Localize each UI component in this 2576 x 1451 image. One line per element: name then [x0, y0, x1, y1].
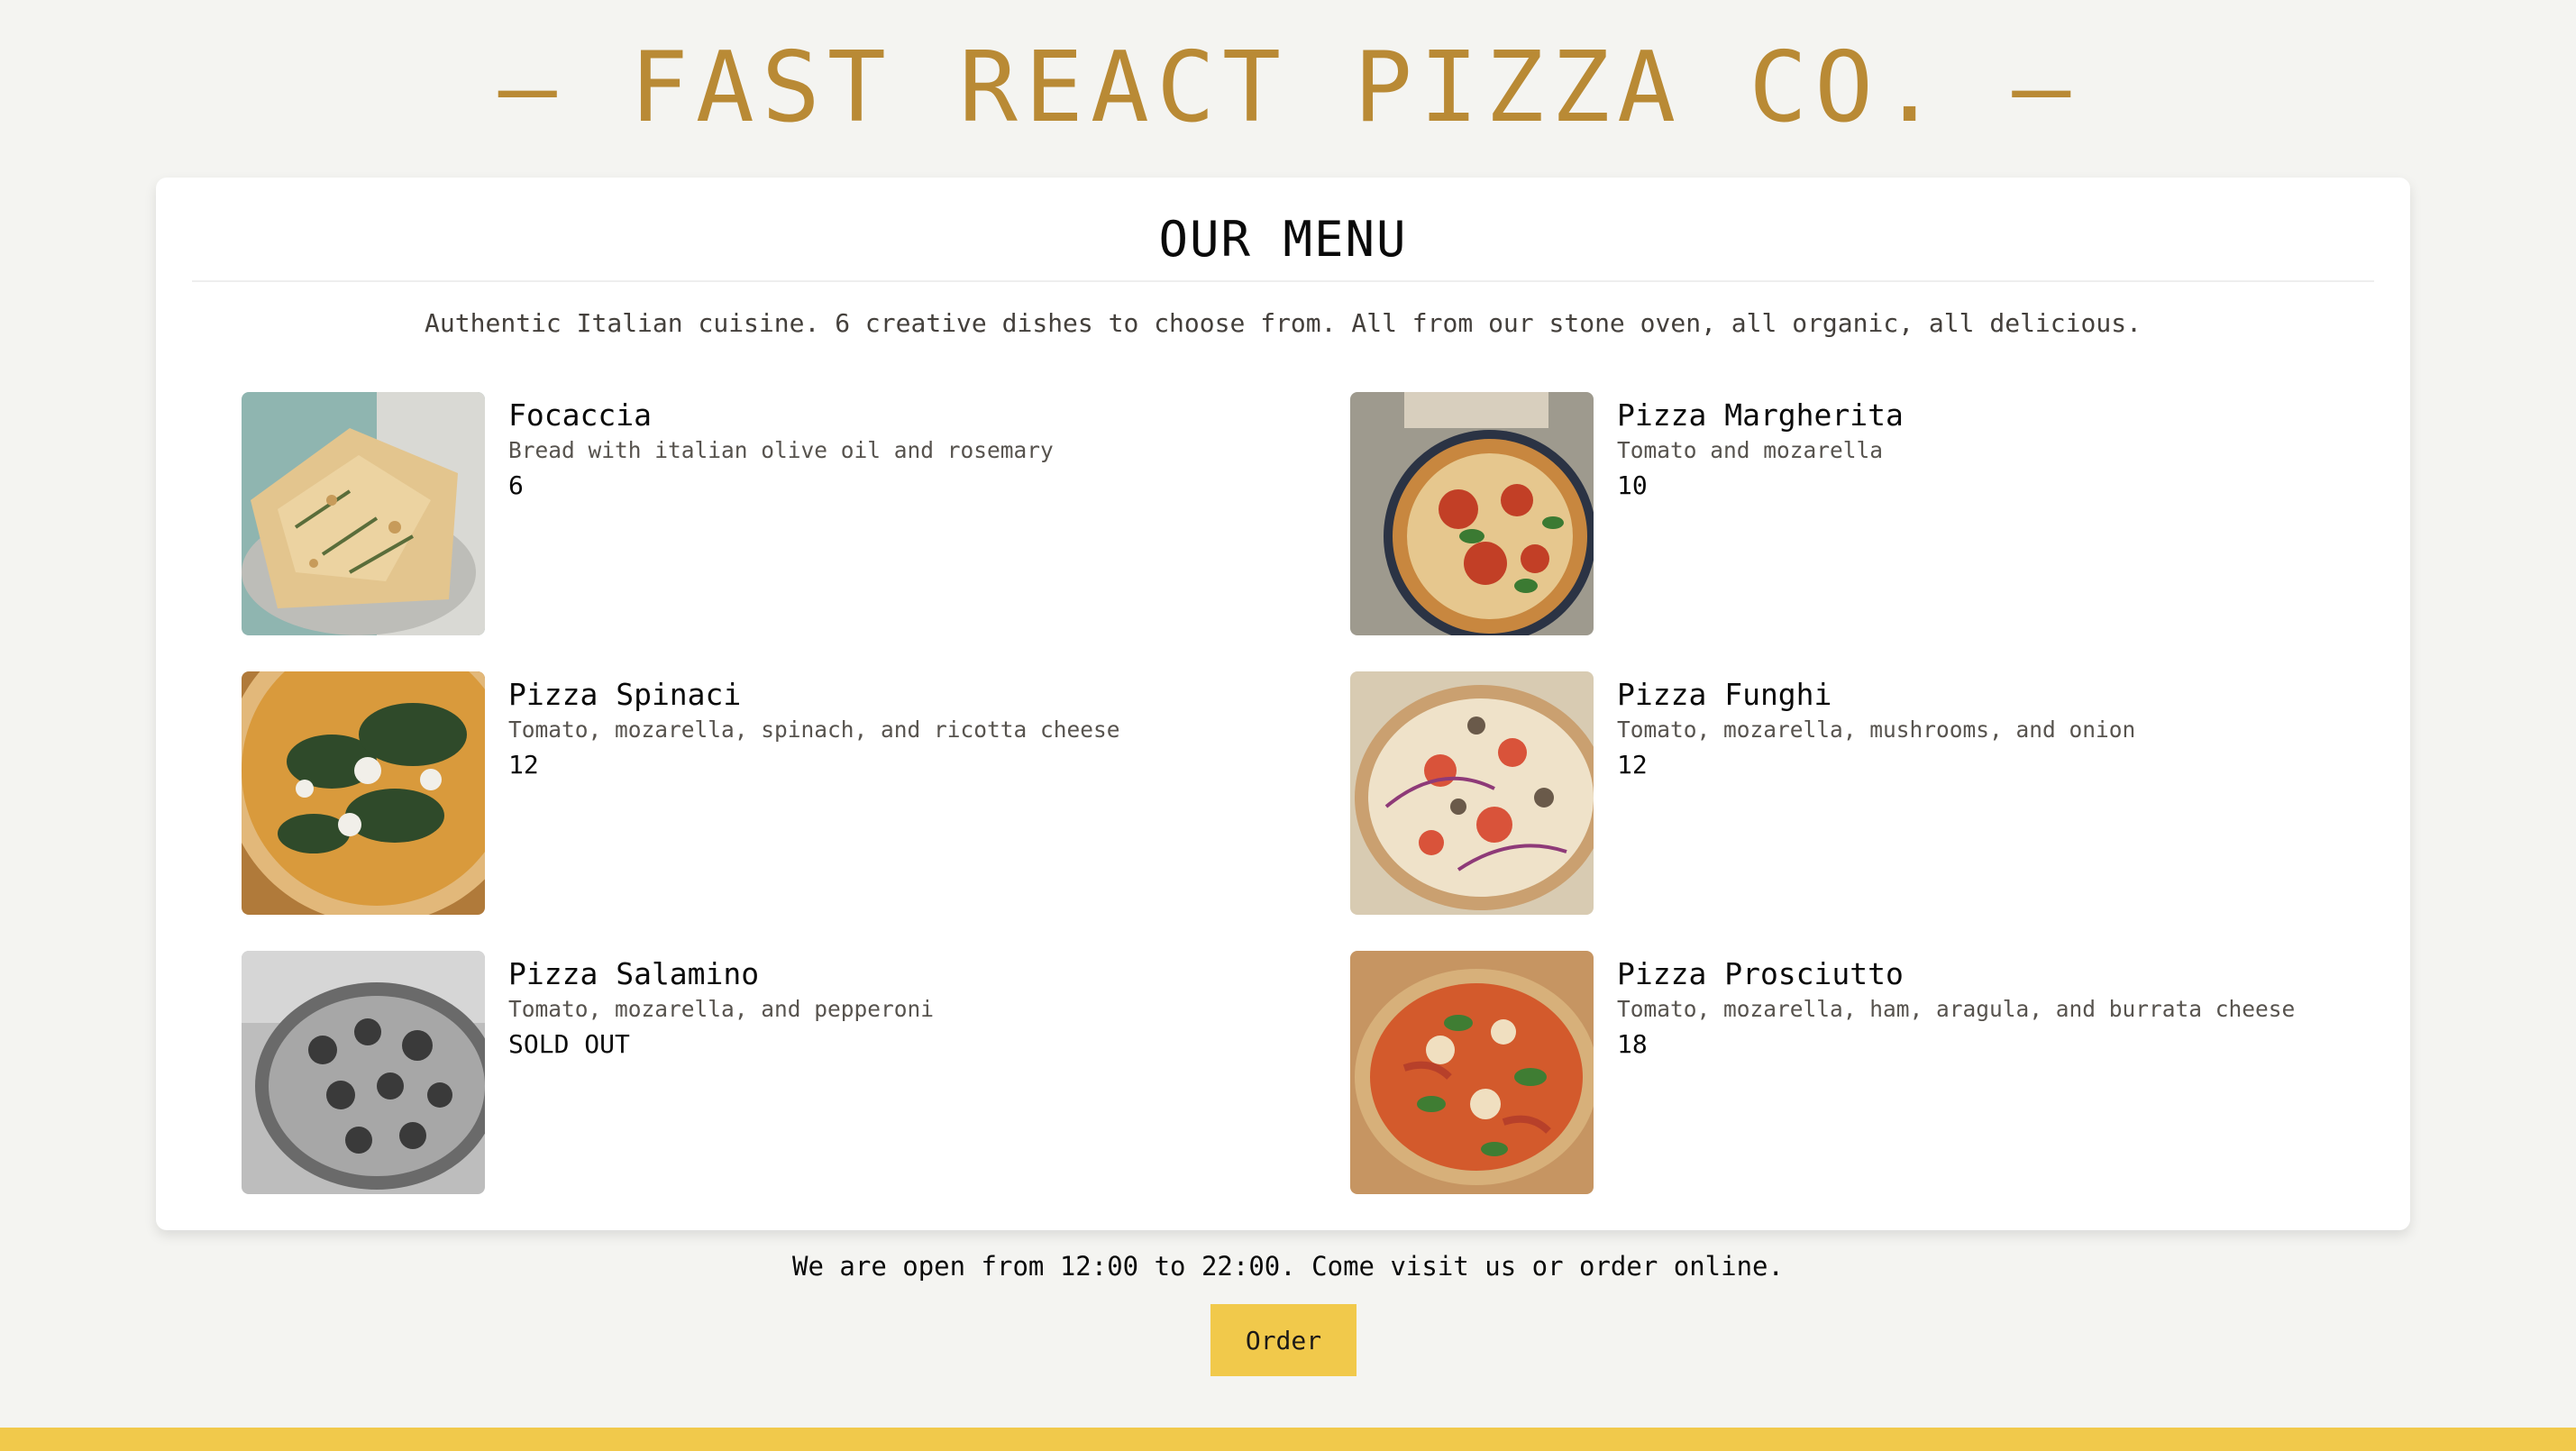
pizza-name: Pizza Spinaci — [508, 677, 742, 712]
pizza-image-prosciutto — [1350, 951, 1594, 1194]
pizza-name: Pizza Funghi — [1617, 677, 1832, 712]
pizza-image-margherita — [1350, 392, 1594, 635]
pizza-image-focaccia — [242, 392, 485, 635]
pizza-ingredients: Bread with italian olive oil and rosemar… — [508, 437, 1054, 463]
order-button[interactable]: Order — [1210, 1304, 1357, 1376]
menu-subtitle: Authentic Italian cuisine. 6 creative di… — [425, 308, 2142, 338]
pizza-ingredients: Tomato, mozarella, mushrooms, and onion — [1617, 716, 2136, 743]
menu-title: OUR MENU — [1158, 211, 1408, 268]
menu-divider — [192, 280, 2374, 282]
pizza-name: Focaccia — [508, 397, 652, 433]
pizza-image-funghi — [1350, 671, 1594, 915]
pizza-item-funghi: Pizza Funghi Tomato, mozarella, mushroom… — [1350, 671, 2414, 915]
pizza-ingredients: Tomato, mozarella, and pepperoni — [508, 996, 935, 1022]
pizza-image-salamino — [242, 951, 485, 1194]
pizza-price: 10 — [1617, 470, 1648, 500]
pizza-item-spinaci: Pizza Spinaci Tomato, mozarella, spinach… — [242, 671, 1305, 915]
pizza-item-prosciutto: Pizza Prosciutto Tomato, mozarella, ham,… — [1350, 951, 2414, 1194]
pizza-item-focaccia: Focaccia Bread with italian olive oil an… — [242, 392, 1305, 635]
footer-bar — [0, 1428, 2576, 1451]
pizza-ingredients: Tomato, mozarella, spinach, and ricotta … — [508, 716, 1120, 743]
menu-card: OUR MENU Authentic Italian cuisine. 6 cr… — [156, 178, 2410, 1230]
pizza-name: Pizza Prosciutto — [1617, 956, 1904, 991]
pizza-price: 12 — [1617, 750, 1648, 780]
pizza-item-salamino: Pizza Salamino Tomato, mozarella, and pe… — [242, 951, 1305, 1194]
pizza-price: 12 — [508, 750, 539, 780]
pizza-item-margherita: Pizza Margherita Tomato and mozarella 10 — [1350, 392, 2414, 635]
pizza-price: 6 — [508, 470, 524, 500]
pizza-price: 18 — [1617, 1029, 1648, 1059]
opening-hours-text: We are open from 12:00 to 22:00. Come vi… — [792, 1251, 1784, 1282]
sold-out-label: SOLD OUT — [508, 1029, 630, 1059]
pizza-image-spinaci — [242, 671, 485, 915]
pizza-ingredients: Tomato and mozarella — [1617, 437, 1884, 463]
pizza-ingredients: Tomato, mozarella, ham, aragula, and bur… — [1617, 996, 2296, 1022]
page-title: — FAST REACT PIZZA CO. — — [498, 32, 2078, 144]
pizza-name: Pizza Salamino — [508, 956, 760, 991]
pizza-name: Pizza Margherita — [1617, 397, 1904, 433]
